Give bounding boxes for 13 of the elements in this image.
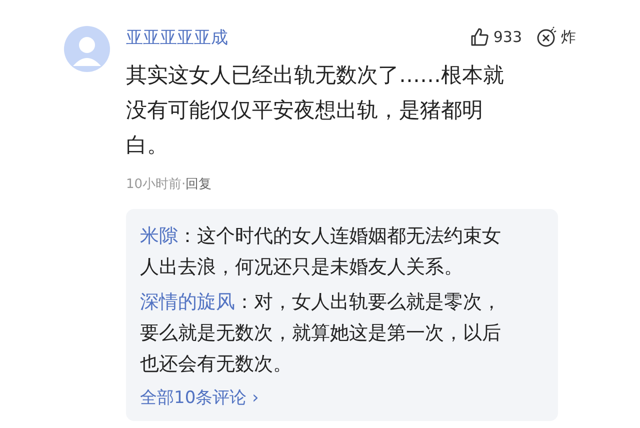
separator-dot: · (182, 177, 186, 192)
username[interactable]: 亚亚亚亚亚成 (126, 26, 228, 48)
timestamp: 10小时前 (126, 177, 182, 192)
thumbs-up-icon (470, 27, 490, 47)
comment-text: 其实这女人已经出轨无数次了……根本就没有可能仅仅平安夜想出轨，是猪都明白。 (126, 62, 505, 159)
reply-comment: 米隙：这个时代的女人连婚姻都无法约束女人出去浪，何况还只是未婚友人关系。 (140, 224, 502, 280)
all-replies-link[interactable]: 全部10条评论 › (140, 386, 259, 409)
bomb-icon (536, 26, 558, 48)
like-button[interactable]: 933 (470, 26, 522, 48)
bomb-button[interactable]: 炸 (536, 26, 576, 48)
reply-link[interactable]: 回复 (186, 177, 212, 192)
reply-comment: 深情的旋风：对，女人出轨要么就是零次，要么就是无数次，就算她这是第一次，以后也还会有无数次。 (140, 290, 502, 377)
avatar[interactable] (64, 26, 110, 72)
